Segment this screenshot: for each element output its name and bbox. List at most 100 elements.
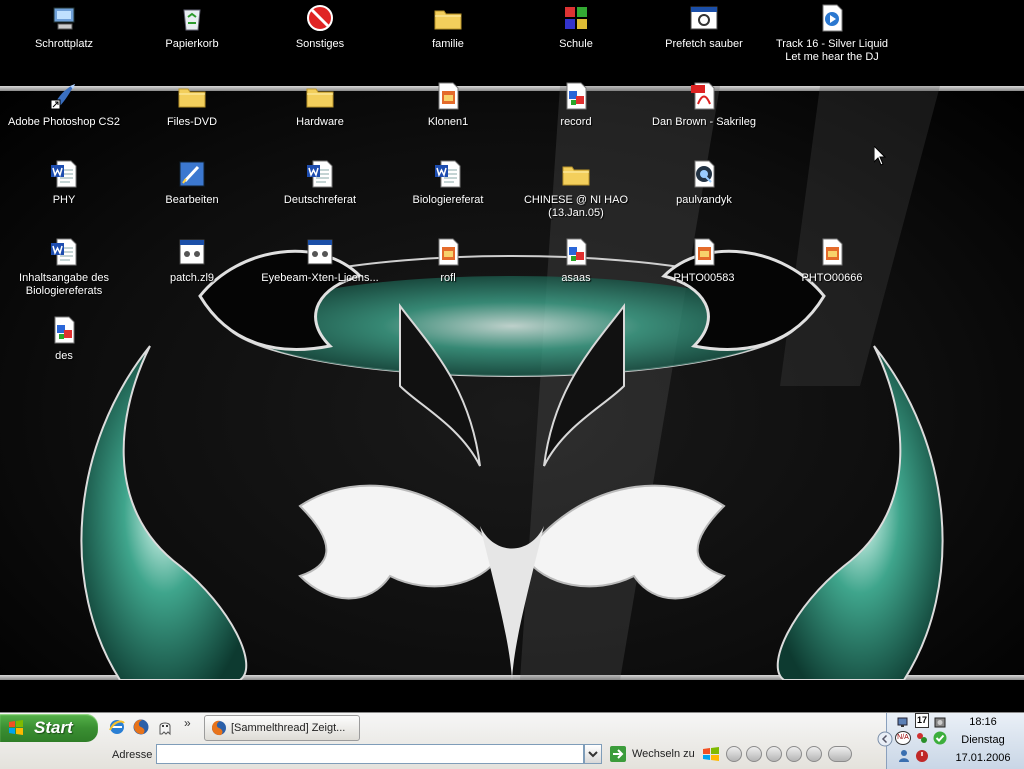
desktop-icon-label: Schule (559, 38, 593, 50)
desktop-icon[interactable]: Schrottplatz (0, 0, 128, 76)
desktop-icon[interactable]: Track 16 - Silver Liquid Let me hear the… (768, 0, 896, 76)
desktop-icon-label: Biologiereferat (412, 194, 484, 206)
na-badge-icon[interactable]: N/A (895, 731, 911, 745)
go-label: Wechseln zu (632, 748, 695, 760)
desktop-icon[interactable]: Papierkorb (128, 0, 256, 76)
desktop-icon[interactable]: Bearbeiten (128, 156, 256, 232)
desktop-icon-label: Hardware (296, 116, 344, 128)
desktop-icon[interactable]: Prefetch sauber (640, 0, 768, 76)
go-arrow-icon (610, 746, 626, 762)
desktop-icon[interactable]: rofl (384, 234, 512, 310)
desktop-icon[interactable]: PHY (0, 156, 128, 232)
image-file-icon (438, 238, 459, 266)
my-computer-icon (53, 7, 75, 30)
desktop-icon-label: Eyebeam-Xten-Licens... (261, 272, 379, 284)
go-button[interactable]: Wechseln zu (608, 744, 698, 764)
desktop-icon[interactable]: Deutschreferat (256, 156, 384, 232)
folder-icon (178, 88, 206, 108)
checkmark-icon[interactable] (933, 731, 947, 745)
media-player-bar (702, 744, 872, 766)
desktop-icon-label: des (55, 350, 73, 362)
desktop-icon[interactable]: familie (384, 0, 512, 76)
desktop-icon[interactable]: paulvandyk (640, 156, 768, 232)
desktop-icon-label: PHY (52, 194, 76, 206)
desktop-icon-label: Track 16 - Silver Liquid Let me hear the… (775, 38, 889, 63)
edit-shortcut-icon (179, 161, 205, 187)
previous-icon[interactable] (726, 746, 742, 762)
word-document-icon (435, 160, 461, 188)
volume-icon[interactable] (828, 746, 852, 762)
collapse-arrow-icon[interactable] (877, 731, 893, 747)
clock-day: Dienstag (961, 734, 1005, 746)
desktop-icon-label: familie (432, 38, 464, 50)
desktop-icon[interactable]: PHTO00583 (640, 234, 768, 310)
recycle-bin-icon (183, 9, 201, 31)
clock-time[interactable]: 18:16 (955, 716, 1011, 728)
messenger-icon[interactable] (915, 731, 929, 745)
desktop-icon[interactable]: Inhaltsangabe des Biologiereferats (0, 234, 128, 310)
forward-icon[interactable] (806, 746, 822, 762)
batch-file-icon (690, 6, 718, 30)
desktop-icon[interactable]: Dan Brown - Sakrileg (640, 78, 768, 154)
start-label: Start (34, 718, 73, 737)
unknown-file-icon (179, 239, 205, 265)
desktop-icon[interactable]: Hardware (256, 78, 384, 154)
desktop-icon-label: Deutschreferat (283, 194, 357, 206)
desktop-icon[interactable]: Eyebeam-Xten-Licens... (256, 234, 384, 310)
desktop-icon-label: Inhaltsangabe des Biologiereferats (19, 272, 109, 297)
quick-launch-overflow[interactable]: » (184, 716, 191, 730)
play-pause-icon[interactable] (746, 746, 762, 762)
start-button[interactable]: Start (0, 714, 98, 742)
desktop-icon-label: record (560, 116, 592, 128)
rewind-icon[interactable] (786, 746, 802, 762)
desktop-icon[interactable]: patch.zl9 (128, 234, 256, 310)
desktop-icon[interactable]: Klonen1 (384, 78, 512, 154)
desktop-icon-label: asaas (561, 272, 591, 284)
address-dropdown-button[interactable] (584, 744, 602, 764)
desktop-icon-label: rofl (440, 272, 456, 284)
taskbar-window-button[interactable]: [Sammelthread] Zeigt... (204, 715, 360, 741)
task-title: [Sammelthread] Zeigt... (231, 722, 346, 734)
ghost-app-icon[interactable] (156, 718, 174, 736)
word-document-icon (51, 160, 77, 188)
internet-explorer-icon[interactable] (108, 718, 126, 736)
desktop-icon[interactable]: Biologiereferat (384, 156, 512, 232)
desktop-icon[interactable]: Sonstiges (256, 0, 384, 76)
program-icon (565, 7, 587, 29)
word-document-icon (51, 238, 77, 266)
desktop-icon[interactable]: Schule (512, 0, 640, 76)
windows-logo-icon (9, 720, 23, 735)
word-document-icon (307, 160, 333, 188)
desktop-icon[interactable]: asaas (512, 234, 640, 310)
user-icon[interactable] (897, 749, 911, 763)
firefox-icon[interactable] (132, 718, 150, 736)
desktop-icon[interactable]: record (512, 78, 640, 154)
speaker-icon[interactable] (933, 715, 947, 729)
network-icon[interactable] (897, 715, 911, 729)
desktop-icon-label: Papierkorb (165, 38, 219, 50)
desktop-icon-label: PHTO00583 (673, 272, 735, 284)
image-file-icon (822, 238, 843, 266)
calendar-icon[interactable]: 17 (915, 713, 929, 728)
desktop-icon[interactable]: Files-DVD (128, 78, 256, 154)
desktop-icon-label: patch.zl9 (169, 272, 215, 284)
photoshop-shortcut-icon (50, 84, 75, 110)
folder-icon (434, 10, 462, 30)
desktop-icon[interactable]: des (0, 312, 128, 388)
desktop-icon-label: CHINESE @ NI HAO (13.Jan.05) (523, 194, 629, 219)
desktop-icon[interactable]: CHINESE @ NI HAO (13.Jan.05) (512, 156, 640, 232)
unknown-file-icon (307, 239, 333, 265)
desktop-icon-label: Adobe Photoshop CS2 (8, 116, 120, 128)
desktop-icon[interactable]: Adobe Photoshop CS2 (0, 78, 128, 154)
mouse-cursor-icon (874, 146, 886, 166)
desktop: Schrottplatz Papierkorb Sonstiges familie Sc… (0, 0, 1024, 712)
folder-icon (562, 166, 590, 186)
address-input[interactable] (156, 744, 584, 764)
taskbar: Start » [Sammelthread] Zeigt... Adresse … (0, 712, 1024, 769)
paint-file-icon (566, 82, 587, 110)
stop-icon[interactable] (766, 746, 782, 762)
power-icon[interactable] (915, 749, 929, 763)
desktop-icon[interactable]: PHTO00666 (768, 234, 896, 310)
desktop-icon-label: paulvandyk (676, 194, 732, 206)
desktop-icon-label: PHTO00666 (801, 272, 863, 284)
